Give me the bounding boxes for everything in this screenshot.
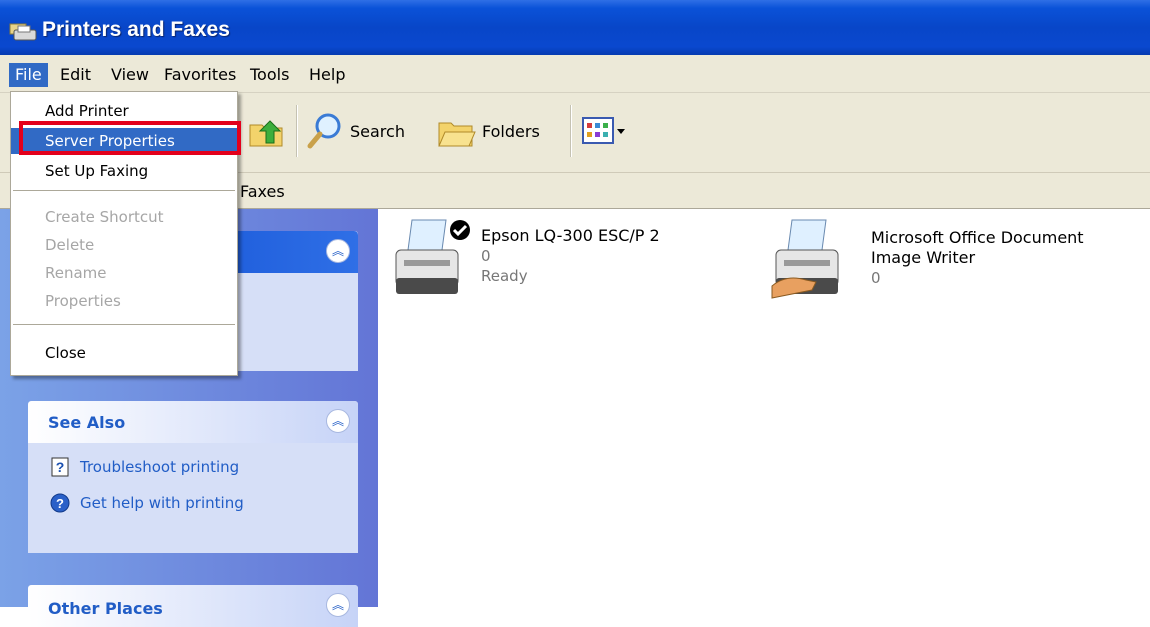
up-folder-icon — [249, 120, 283, 147]
printer-name-line1: Microsoft Office Document — [871, 228, 1084, 247]
printer-name-line2: Image Writer — [871, 248, 976, 267]
help-page-icon: ? — [51, 457, 69, 477]
menu-help[interactable]: Help — [303, 63, 351, 87]
menu-rename: Rename — [45, 264, 107, 282]
menu-favorites[interactable]: Favorites — [158, 63, 242, 87]
folders-button[interactable]: Folders — [436, 111, 540, 151]
printer-status: Ready — [481, 267, 528, 285]
see-also-header[interactable]: See Also ︽ — [28, 401, 358, 443]
menu-separator — [13, 190, 235, 192]
printer-epson[interactable]: Epson LQ-300 ESC/P 2 0 Ready — [390, 216, 720, 306]
printer-icon — [395, 219, 470, 294]
printer-folder-icon — [9, 23, 37, 41]
menu-close[interactable]: Close — [11, 340, 237, 366]
menu-file[interactable]: File — [9, 63, 48, 87]
other-places-title: Other Places — [48, 599, 163, 618]
see-also-panel: See Also ︽ ? Troubleshoot printing ? Get… — [28, 401, 358, 553]
collapse-icon[interactable]: ︽ — [326, 409, 350, 433]
troubleshoot-printing-label: Troubleshoot printing — [80, 458, 240, 476]
address-text[interactable]: Faxes — [240, 182, 285, 201]
search-icon — [307, 113, 341, 149]
folders-icon — [438, 122, 476, 147]
file-menu-dropdown: Add Printer Server Properties Set Up Fax… — [10, 91, 241, 376]
other-places-header[interactable]: Other Places ︽ — [28, 585, 358, 627]
printer-ms-office-writer[interactable]: Microsoft Office Document Image Writer 0 — [770, 216, 1130, 306]
get-help-printing-label: Get help with printing — [80, 494, 244, 512]
highlight-annotation-box — [19, 121, 241, 155]
collapse-icon[interactable]: ︽ — [326, 239, 350, 263]
toolbar-separator — [570, 105, 572, 157]
window-title: Printers and Faxes — [42, 18, 230, 41]
menu-set-up-faxing[interactable]: Set Up Faxing — [11, 158, 237, 184]
title-bar: Printers and Faxes — [0, 0, 1150, 55]
collapse-icon[interactable]: ︽ — [326, 593, 350, 617]
other-places-panel: Other Places ︽ — [28, 585, 358, 627]
dropdown-arrow-icon — [617, 129, 625, 134]
views-icon — [582, 117, 614, 144]
menu-properties: Properties — [45, 292, 121, 310]
troubleshoot-printing-link[interactable]: ? Troubleshoot printing — [50, 457, 239, 477]
folders-label: Folders — [482, 121, 540, 141]
svg-text:?: ? — [56, 496, 64, 511]
search-label: Search — [350, 121, 405, 141]
printer-document-count: 0 — [481, 247, 491, 265]
menu-bar: File Edit View Favorites Tools Help — [0, 55, 1150, 93]
printer-name: Epson LQ-300 ESC/P 2 — [481, 226, 660, 245]
menu-edit[interactable]: Edit — [54, 63, 97, 87]
search-button[interactable]: Search — [306, 111, 405, 151]
get-help-printing-link[interactable]: ? Get help with printing — [50, 493, 244, 513]
menu-separator — [13, 324, 235, 326]
up-folder-button[interactable] — [246, 111, 286, 151]
views-button[interactable] — [582, 111, 626, 151]
printer-icon — [771, 219, 839, 299]
menu-create-shortcut: Create Shortcut — [45, 208, 164, 226]
help-circle-icon: ? — [50, 493, 70, 513]
toolbar-separator — [296, 105, 298, 157]
printer-document-count: 0 — [871, 269, 881, 287]
svg-text:?: ? — [56, 459, 65, 475]
menu-delete: Delete — [45, 236, 95, 254]
menu-tools[interactable]: Tools — [244, 63, 295, 87]
see-also-title: See Also — [48, 413, 126, 432]
menu-view[interactable]: View — [105, 63, 155, 87]
